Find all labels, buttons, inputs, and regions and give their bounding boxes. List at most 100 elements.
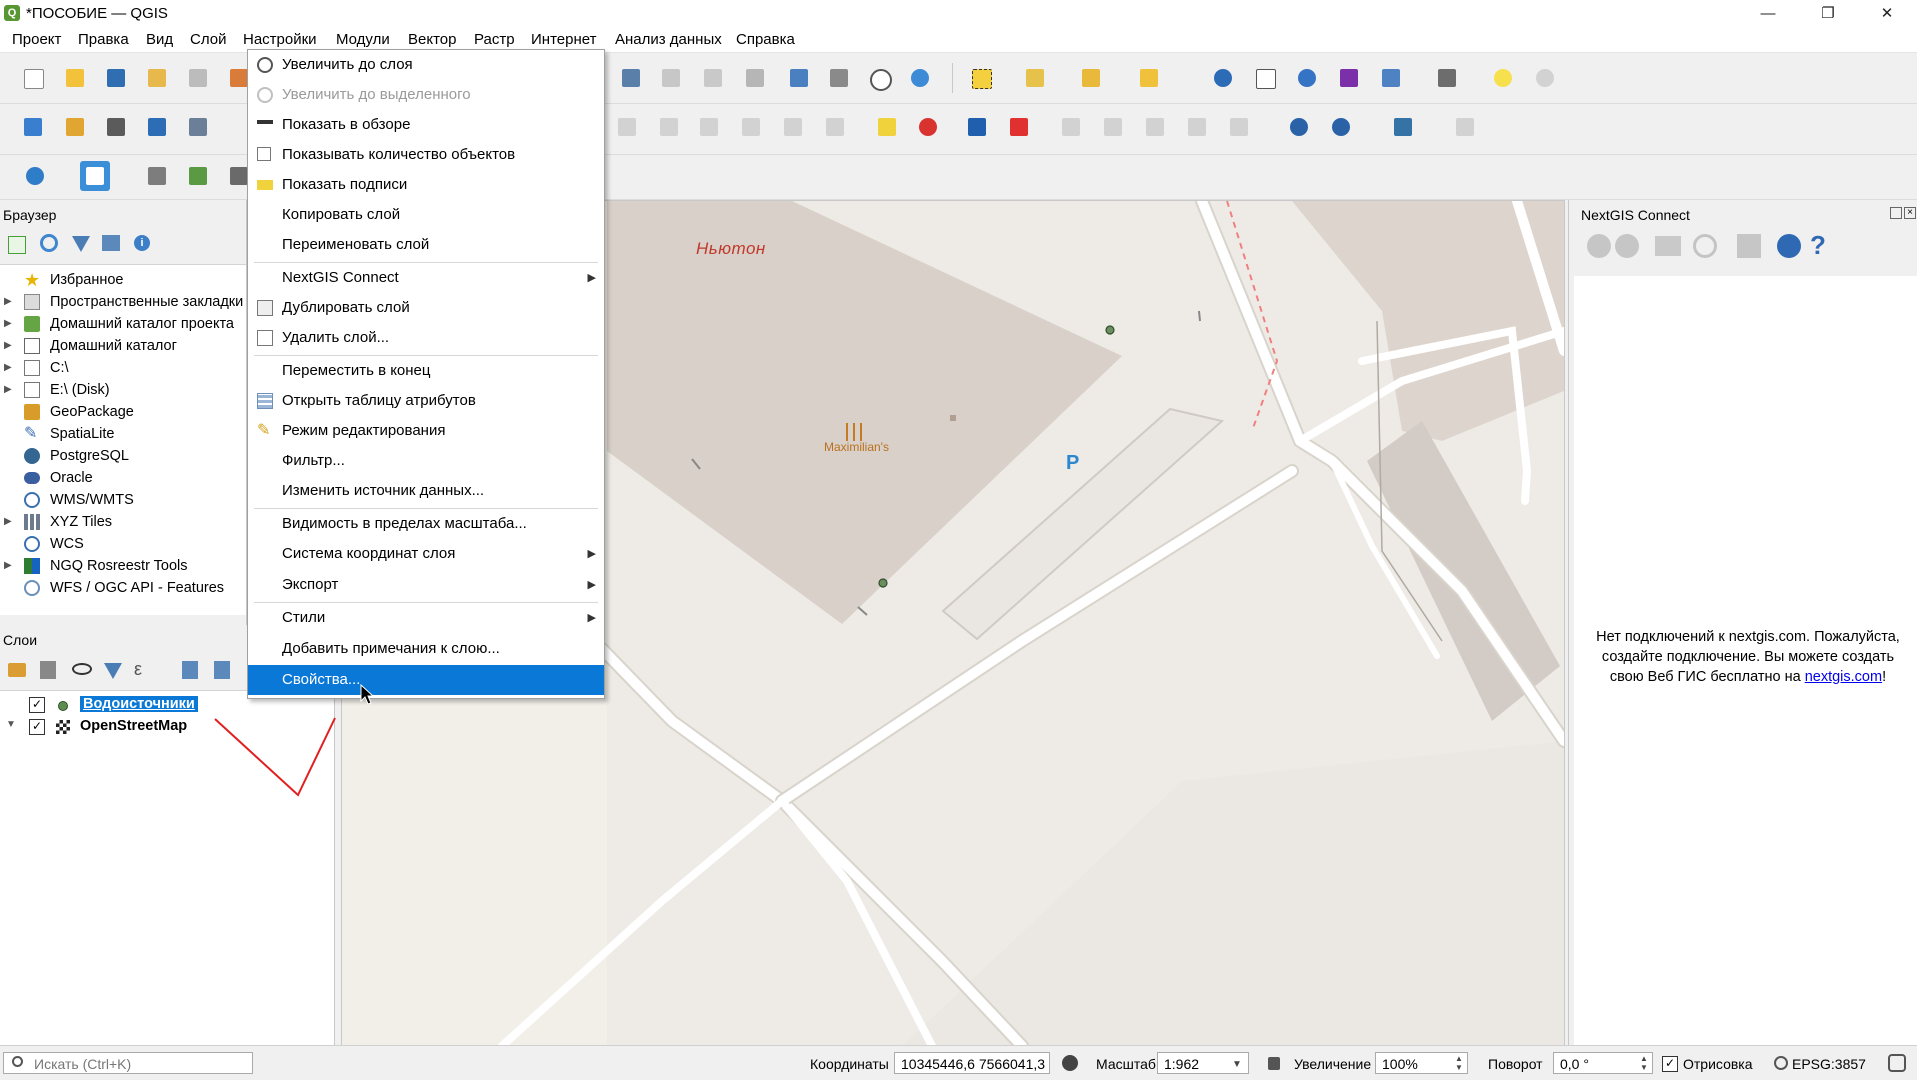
menu-zoom-to-selection[interactable]: Увеличить до выделенного: [248, 80, 604, 110]
undo-button[interactable]: [778, 112, 808, 142]
select-by-value-button[interactable]: [1020, 63, 1050, 93]
highlight-labels-button[interactable]: [962, 112, 992, 142]
create-folder-icon[interactable]: [1655, 236, 1681, 256]
expand-arrow-icon[interactable]: ▶: [4, 379, 12, 401]
layer-visibility-checkbox[interactable]: ✓: [29, 697, 45, 713]
digitize-tool-1-button[interactable]: [142, 161, 172, 191]
browser-item-xyz[interactable]: ▶ XYZ Tiles: [0, 511, 246, 533]
data-source-manager-button[interactable]: [18, 112, 48, 142]
deselect-button[interactable]: [1076, 63, 1106, 93]
locator-options-button[interactable]: [1530, 63, 1560, 93]
info-icon[interactable]: i: [134, 235, 150, 251]
cut-button[interactable]: [654, 112, 684, 142]
menu-show-feature-count[interactable]: Показывать количество объектов: [248, 140, 604, 170]
menu-open-attribute-table[interactable]: Открыть таблицу атрибутов: [248, 386, 604, 416]
open-field-calculator-button[interactable]: [1376, 63, 1406, 93]
layer-visibility-checkbox[interactable]: ✓: [29, 719, 45, 735]
menu-project[interactable]: Проект: [12, 31, 61, 48]
nextgis-connect-toggle[interactable]: [80, 161, 110, 191]
help-icon[interactable]: ?: [1810, 230, 1826, 261]
spinbox-arrows-icon[interactable]: ▲ ▼: [1640, 1054, 1648, 1072]
zoom-next-button[interactable]: [740, 63, 770, 93]
menu-zoom-to-layer[interactable]: Увеличить до слоя: [248, 50, 604, 80]
menu-nextgis-connect[interactable]: NextGIS Connect ▶: [248, 263, 604, 293]
menu-export[interactable]: Экспорт ▶: [248, 570, 604, 600]
filter-legend-icon[interactable]: [104, 663, 122, 679]
menu-move-to-bottom[interactable]: Переместить в конец: [248, 356, 604, 386]
menu-add-layer-notes[interactable]: Добавить примечания к слою...: [248, 634, 604, 664]
menu-show-labels[interactable]: Показать подписи: [248, 170, 604, 200]
browser-item-rosreestr[interactable]: ▶ NGQ Rosreestr Tools: [0, 555, 246, 577]
back-icon[interactable]: [1587, 234, 1611, 258]
add-raster-layer-button[interactable]: [142, 112, 172, 142]
menu-scale-visibility[interactable]: Видимость в пределах масштаба...: [248, 509, 604, 539]
browser-item-drive-c[interactable]: ▶ C:\: [0, 357, 246, 379]
browser-item-project-home[interactable]: ▶ Домашний каталог проекта: [0, 313, 246, 335]
show-hide-labels-button[interactable]: [1098, 112, 1128, 142]
select-features-button[interactable]: [966, 63, 996, 93]
show-unplaced-labels-button[interactable]: [1004, 112, 1034, 142]
menu-web[interactable]: Интернет: [531, 31, 596, 48]
browser-item-oracle[interactable]: Oracle: [0, 467, 246, 489]
add-mesh-layer-button[interactable]: [183, 112, 213, 142]
expand-arrow-icon[interactable]: ▼: [6, 719, 16, 730]
browser-item-favorites[interactable]: ★ Избранное: [0, 269, 246, 291]
menu-plugins[interactable]: Модули: [336, 31, 390, 48]
browser-item-wms[interactable]: WMS/WMTS: [0, 489, 246, 511]
menu-layer[interactable]: Слой: [190, 31, 226, 48]
menu-raster[interactable]: Растр: [474, 31, 515, 48]
menu-properties[interactable]: Свойства...: [248, 665, 604, 695]
browser-item-bookmarks[interactable]: ▶ Пространственные закладки: [0, 291, 246, 313]
move-label-button[interactable]: [1140, 112, 1170, 142]
chevron-down-icon[interactable]: ▼: [1232, 1059, 1242, 1070]
menu-show-in-overview[interactable]: Показать в обзоре: [248, 110, 604, 140]
identify-button[interactable]: [1208, 63, 1238, 93]
menu-styles[interactable]: Стили ▶: [248, 603, 604, 633]
delete-selected-button[interactable]: [612, 112, 642, 142]
expand-arrow-icon[interactable]: ▶: [4, 335, 12, 357]
layout-manager-button[interactable]: [183, 63, 213, 93]
filter-icon[interactable]: [72, 236, 90, 252]
render-checkbox[interactable]: ✓: [1662, 1056, 1678, 1072]
menu-help[interactable]: Справка: [736, 31, 795, 48]
new-print-layout-button[interactable]: [142, 63, 172, 93]
menu-vector[interactable]: Вектор: [408, 31, 456, 48]
rotation-spinbox[interactable]: 0,0 °: [1553, 1052, 1653, 1074]
expand-arrow-icon[interactable]: ▶: [4, 313, 12, 335]
lock-icon[interactable]: [1268, 1057, 1280, 1070]
layer-styling-icon[interactable]: [8, 663, 26, 677]
measure-button[interactable]: [1432, 63, 1462, 93]
menu-copy-layer[interactable]: Копировать слой: [248, 200, 604, 230]
browser-item-wfs[interactable]: WFS / OGC API - Features: [0, 577, 246, 599]
expand-arrow-icon[interactable]: ▶: [4, 555, 12, 577]
add-group-icon[interactable]: [40, 661, 56, 679]
settings-gear-icon[interactable]: [1777, 234, 1801, 258]
menu-layer-crs[interactable]: Система координат слоя ▶: [248, 539, 604, 569]
menu-change-data-source[interactable]: Изменить источник данных...: [248, 476, 604, 506]
menu-settings[interactable]: Настройки: [243, 31, 317, 48]
float-panel-icon[interactable]: [1890, 207, 1902, 219]
browser-item-spatialite[interactable]: ✎ SpatiaLite: [0, 423, 246, 445]
help-contents-button[interactable]: [1450, 112, 1480, 142]
refresh-icon[interactable]: [1693, 234, 1717, 258]
browser-item-geopackage[interactable]: GeoPackage: [0, 401, 246, 423]
menu-filter[interactable]: Фильтр...: [248, 446, 604, 476]
browser-item-postgresql[interactable]: PostgreSQL: [0, 445, 246, 467]
browser-item-drive-e[interactable]: ▶ E:\ (Disk): [0, 379, 246, 401]
select-by-location-button[interactable]: [1134, 63, 1164, 93]
new-project-button[interactable]: [18, 63, 48, 93]
attribute-table-button[interactable]: [1250, 63, 1280, 93]
save-project-button[interactable]: [101, 63, 131, 93]
expand-arrow-icon[interactable]: ▶: [4, 357, 12, 379]
change-label-button[interactable]: [1224, 112, 1254, 142]
forward-icon[interactable]: [1615, 234, 1639, 258]
browser-item-wcs[interactable]: WCS: [0, 533, 246, 555]
collapse-all-icon[interactable]: [102, 235, 120, 251]
temporal-controller-button[interactable]: [864, 63, 894, 93]
menu-view[interactable]: Вид: [146, 31, 173, 48]
add-vector-layer-button[interactable]: [101, 112, 131, 142]
map-tips-button[interactable]: [1488, 63, 1518, 93]
menu-toggle-editing[interactable]: ✎ Режим редактирования: [248, 416, 604, 446]
expand-all-icon[interactable]: [182, 661, 198, 679]
quickmapservices-button[interactable]: [1284, 112, 1314, 142]
